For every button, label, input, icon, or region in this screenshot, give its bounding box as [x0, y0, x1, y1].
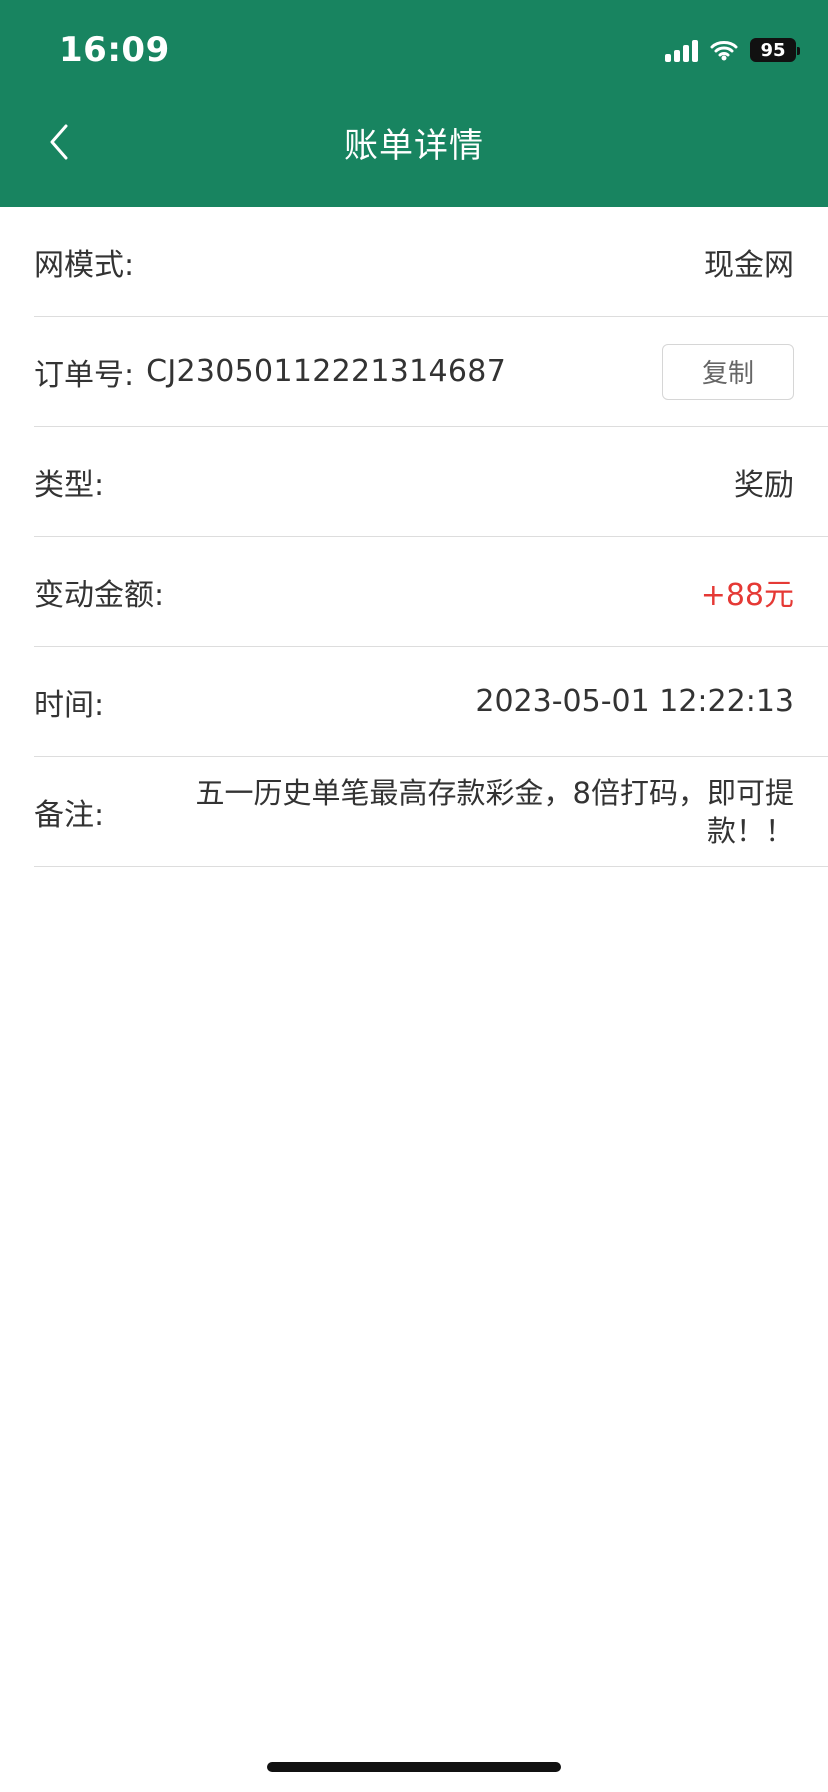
battery-level: 95 [760, 39, 786, 61]
note-label: 备注: [34, 797, 105, 833]
type-label: 类型: [34, 467, 105, 503]
signal-icon [665, 38, 698, 62]
app-header: 16:09 95 账单详情 [0, 0, 828, 207]
mode-label: 网模式: [34, 247, 135, 283]
detail-row-mode: 网模式: 现金网 [34, 207, 828, 317]
status-icons: 95 [665, 32, 800, 68]
battery-icon: 95 [750, 38, 800, 62]
mode-value: 现金网 [704, 247, 794, 283]
detail-row-time: 时间: 2023-05-01 12:22:13 [34, 647, 828, 757]
status-time: 16:09 [59, 30, 170, 70]
detail-row-note: 备注: 五一历史单笔最高存款彩金，8倍打码，即可提款！！ [34, 757, 828, 867]
type-value: 奖励 [734, 467, 794, 503]
page-title: 账单详情 [344, 126, 484, 166]
detail-row-amount: 变动金额: +88元 [34, 537, 828, 647]
order-number: CJ23050112221314687 [146, 354, 507, 389]
time-value: 2023-05-01 12:22:13 [475, 684, 794, 719]
detail-row-type: 类型: 奖励 [34, 427, 828, 537]
copy-button-label: 复制 [701, 359, 754, 389]
home-indicator [267, 1762, 561, 1772]
time-label: 时间: [34, 687, 105, 723]
copy-button[interactable]: 复制 [662, 343, 794, 400]
amount-value: +88元 [700, 577, 794, 613]
detail-row-order: 订单号: CJ23050112221314687 复制 [34, 317, 828, 427]
order-label: 订单号: [34, 357, 135, 393]
note-value: 五一历史单笔最高存款彩金，8倍打码，即可提款！！ [195, 775, 794, 848]
bill-details: 网模式: 现金网 订单号: CJ23050112221314687 复制 类型:… [0, 207, 828, 867]
amount-label: 变动金额: [34, 577, 165, 613]
wifi-icon [710, 41, 738, 61]
